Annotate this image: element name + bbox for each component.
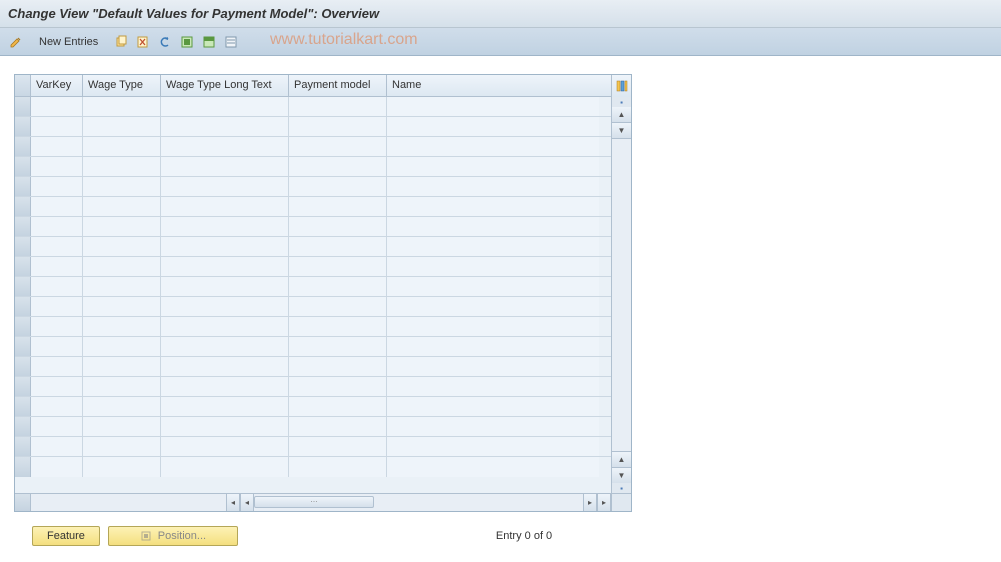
position-button-label: Position...: [158, 530, 206, 542]
page-title: Change View "Default Values for Payment …: [0, 0, 1001, 28]
grid-body: [15, 97, 611, 493]
row-selector-header[interactable]: [15, 75, 31, 96]
hscroll-left-icon[interactable]: ◂: [240, 494, 254, 511]
copy-as-icon[interactable]: [111, 32, 131, 52]
scroll-first-icon[interactable]: ▪: [612, 97, 631, 107]
table-row[interactable]: [15, 217, 611, 237]
table-row[interactable]: [15, 297, 611, 317]
column-header-varkey[interactable]: VarKey: [31, 75, 83, 96]
table-row[interactable]: [15, 157, 611, 177]
configure-columns-icon[interactable]: [611, 75, 631, 97]
undo-change-icon[interactable]: [155, 32, 175, 52]
horizontal-scrollbar[interactable]: ◂ ◂ ⋯ ▸ ▸: [15, 493, 631, 511]
position-button[interactable]: Position...: [108, 526, 238, 546]
table-row[interactable]: [15, 317, 611, 337]
scroll-last-icon[interactable]: ▪: [612, 483, 631, 493]
table-row[interactable]: [15, 377, 611, 397]
position-icon: [140, 530, 152, 542]
table-row[interactable]: [15, 417, 611, 437]
select-block-icon[interactable]: [199, 32, 219, 52]
feature-button[interactable]: Feature: [32, 526, 100, 546]
scroll-up-icon[interactable]: ▲: [612, 107, 631, 123]
delete-icon[interactable]: [133, 32, 153, 52]
feature-button-label: Feature: [47, 530, 85, 542]
table-row[interactable]: [15, 337, 611, 357]
main-area: VarKey Wage Type Wage Type Long Text Pay…: [0, 56, 1001, 562]
deselect-all-icon[interactable]: [221, 32, 241, 52]
table-row[interactable]: [15, 257, 611, 277]
table-row[interactable]: [15, 457, 611, 477]
hscroll-last-icon[interactable]: ▸: [597, 494, 611, 511]
table-row[interactable]: [15, 357, 611, 377]
scroll-down-icon[interactable]: ▼: [612, 123, 631, 139]
column-header-name[interactable]: Name: [387, 75, 599, 96]
table-row[interactable]: [15, 177, 611, 197]
table-row[interactable]: [15, 117, 611, 137]
table-row[interactable]: [15, 437, 611, 457]
table-row[interactable]: [15, 277, 611, 297]
table-row[interactable]: [15, 97, 611, 117]
table-row[interactable]: [15, 197, 611, 217]
scroll-up2-icon[interactable]: ▲: [612, 451, 631, 467]
table-row[interactable]: [15, 397, 611, 417]
column-header-wagetype-long[interactable]: Wage Type Long Text: [161, 75, 289, 96]
entry-count-text: Entry 0 of 0: [496, 530, 552, 542]
table-row[interactable]: [15, 137, 611, 157]
vertical-scrollbar[interactable]: ▪ ▲ ▼ ▲ ▼ ▪: [611, 97, 631, 493]
toolbar: New Entries www.tutorialkart.com: [0, 28, 1001, 56]
watermark-text: www.tutorialkart.com: [270, 31, 418, 49]
toggle-change-icon[interactable]: [6, 32, 26, 52]
hscroll-thumb[interactable]: ⋯: [254, 496, 374, 508]
column-header-payment-model[interactable]: Payment model: [289, 75, 387, 96]
data-grid: VarKey Wage Type Wage Type Long Text Pay…: [14, 74, 632, 512]
hscroll-right-icon[interactable]: ▸: [583, 494, 597, 511]
select-all-icon[interactable]: [177, 32, 197, 52]
table-row[interactable]: [15, 237, 611, 257]
hscroll-first-icon[interactable]: ◂: [226, 494, 240, 511]
scroll-down2-icon[interactable]: ▼: [612, 467, 631, 483]
column-header-wagetype[interactable]: Wage Type: [83, 75, 161, 96]
new-entries-button[interactable]: New Entries: [32, 33, 105, 51]
footer-row: Feature Position... Entry 0 of 0: [14, 512, 993, 554]
